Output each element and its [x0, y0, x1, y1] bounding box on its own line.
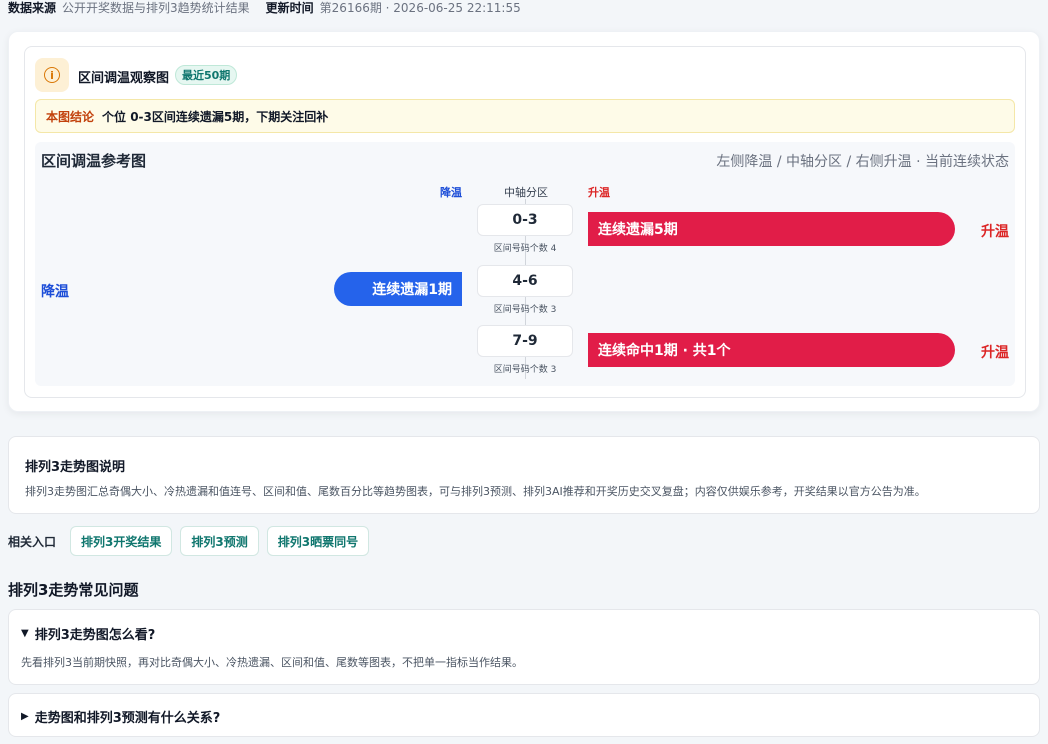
chart-title: 区间调温参考图: [41, 152, 147, 170]
faq-question-text: 走势图和排列3预测有什么关系?: [34, 711, 221, 726]
description-card: 排列3走势图说明 排列3走势图汇总奇偶大小、冷热遗漏和值连号、区间和值、尾数百分…: [8, 436, 1040, 514]
source-label: 数据来源: [8, 0, 57, 15]
faq-heading: 排列3走势常见问题: [8, 581, 139, 599]
description-title: 排列3走势图说明: [25, 460, 126, 475]
source-value: 公开开奖数据与排列3趋势统计结果: [62, 0, 250, 15]
link-ticket-share[interactable]: 排列3晒票同号: [266, 526, 370, 556]
zone-label: 0-3: [477, 204, 573, 236]
side-label-up: 升温: [981, 345, 1009, 361]
link-draw-results[interactable]: 排列3开奖结果: [70, 526, 173, 556]
chart-inner-card: i 区间调温观察图 最近50期 本图结论 个位 0-3区间连续遗漏5期，下期关注…: [24, 46, 1026, 398]
header-down: 降温: [440, 186, 462, 199]
caret-right-icon: ▶: [21, 711, 29, 722]
header-mid: 中轴分区: [504, 186, 548, 199]
bar-up: 连续命中1期 · 共1个: [588, 333, 955, 367]
faq-question-text: 排列3走势图怎么看?: [34, 628, 156, 643]
faq-answer: 先看排列3当前期快照，再对比奇偶大小、冷热遗漏、区间和值、尾数等图表，不把单一指…: [21, 656, 523, 669]
side-label-down: 降温: [41, 284, 69, 300]
related-links: 相关入口 排列3开奖结果 排列3预测 排列3晒票同号: [8, 526, 377, 556]
conclusion-banner: 本图结论 个位 0-3区间连续遗漏5期，下期关注回补: [35, 99, 1015, 133]
faq-item[interactable]: ▶ 走势图和排列3预测有什么关系?: [8, 693, 1040, 737]
header-up: 升温: [588, 186, 610, 199]
zone-label: 4-6: [477, 265, 573, 297]
card-title: 区间调温观察图: [78, 71, 170, 86]
bar-up: 连续遗漏5期: [588, 212, 955, 246]
faq-question[interactable]: ▼ 排列3走势图怎么看?: [21, 624, 155, 643]
related-links-label: 相关入口: [8, 534, 57, 549]
zone-count: 区间号码个数 3: [493, 365, 557, 375]
info-icon: i: [35, 58, 69, 92]
link-predictions[interactable]: 排列3预测: [180, 526, 259, 556]
side-label-up: 升温: [981, 224, 1009, 240]
zone-count: 区间号码个数 4: [493, 244, 557, 254]
conclusion-text: 个位 0-3区间连续遗漏5期，下期关注回补: [102, 109, 329, 124]
conclusion-tag: 本图结论: [46, 109, 95, 124]
chart-area: 区间调温参考图 左侧降温 / 中轴分区 / 右侧升温 · 当前连续状态 降温 中…: [35, 142, 1015, 386]
faq-question[interactable]: ▶ 走势图和排列3预测有什么关系?: [21, 707, 220, 726]
description-text: 排列3走势图汇总奇偶大小、冷热遗漏和值连号、区间和值、尾数百分比等趋势图表，可与…: [25, 485, 926, 498]
recent-badge: 最近50期: [175, 65, 238, 85]
meta-bar: 数据来源 公开开奖数据与排列3趋势统计结果 更新时间 第26166期 · 202…: [8, 0, 521, 15]
updated-label: 更新时间: [265, 0, 314, 15]
zone-count: 区间号码个数 3: [493, 305, 557, 315]
chart-subtitle: 左侧降温 / 中轴分区 / 右侧升温 · 当前连续状态: [716, 154, 1009, 170]
updated-value: 第26166期 · 2026-06-25 22:11:55: [319, 0, 521, 15]
chart-card: i 区间调温观察图 最近50期 本图结论 个位 0-3区间连续遗漏5期，下期关注…: [8, 31, 1040, 412]
caret-down-icon: ▼: [21, 628, 29, 639]
zone-label: 7-9: [477, 325, 573, 357]
bar-down: 连续遗漏1期: [334, 272, 462, 306]
faq-item[interactable]: ▼ 排列3走势图怎么看? 先看排列3当前期快照，再对比奇偶大小、冷热遗漏、区间和…: [8, 609, 1040, 685]
